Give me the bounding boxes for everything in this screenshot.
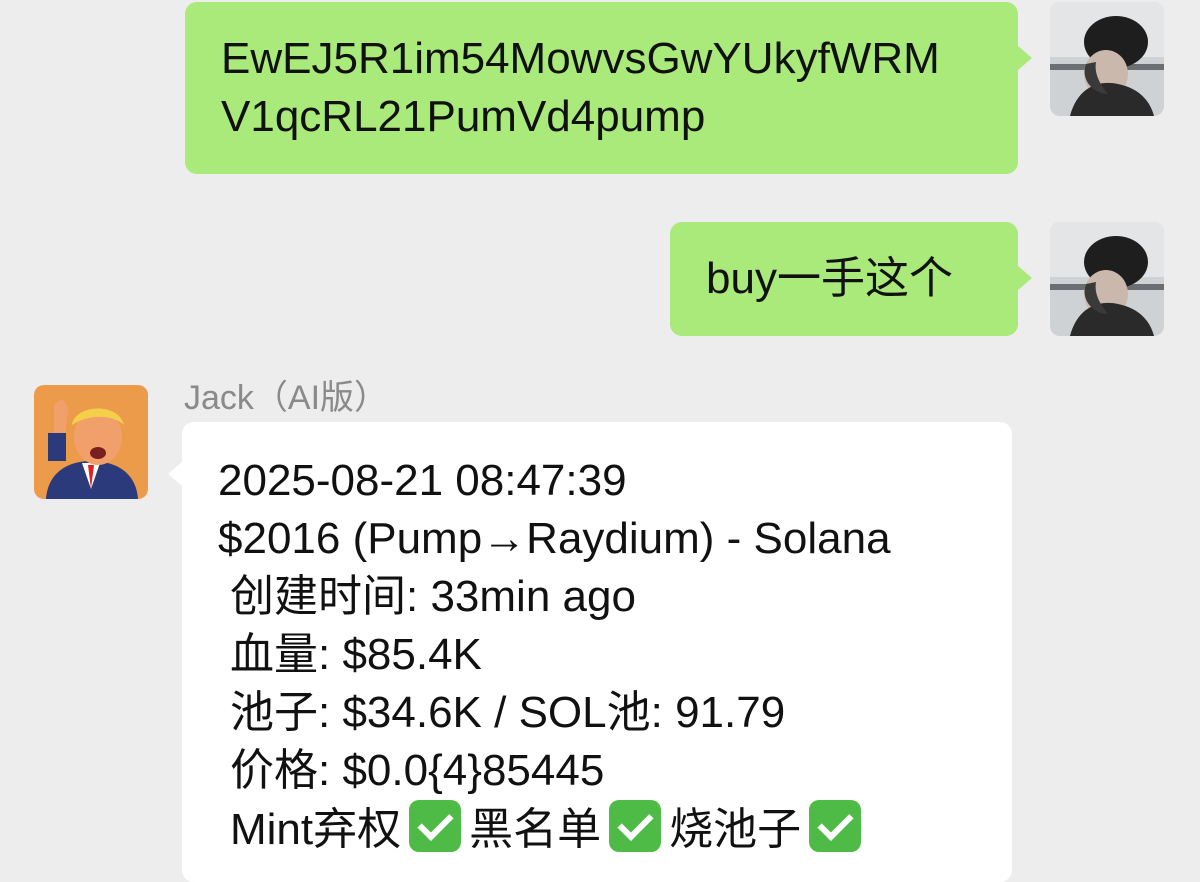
user-avatar[interactable] bbox=[1050, 222, 1164, 336]
bubble-tail bbox=[1018, 46, 1032, 70]
message-line: 创建时间: 33min ago bbox=[230, 572, 636, 621]
message-bubble-token-info[interactable]: 2025-08-21 08:47:39 $2016 (Pump→Raydium)… bbox=[182, 422, 1012, 882]
message-line: EwEJ5R1im54MowvsGwYUkyfWRM bbox=[221, 34, 940, 83]
message-line: 血量: $85.4K bbox=[230, 630, 482, 679]
message-bubble-address[interactable]: EwEJ5R1im54MowvsGwYUkyfWRM V1qcRL21PumVd… bbox=[185, 2, 1018, 174]
user-avatar-image bbox=[1050, 2, 1164, 116]
message-bubble-buy[interactable]: buy一手这个 bbox=[670, 222, 1018, 336]
message-line: V1qcRL21PumVd4pump bbox=[221, 92, 706, 141]
bot-avatar[interactable] bbox=[34, 385, 148, 499]
message-line: $2016 (Pump→Raydium) - Solana bbox=[218, 514, 891, 563]
check-icon bbox=[409, 800, 462, 852]
message-line: 池子: $34.6K / SOL池: 91.79 bbox=[230, 688, 786, 737]
message-line: 价格: $0.0{4}85445 bbox=[230, 746, 605, 795]
flag-label: 黑名单 bbox=[469, 805, 602, 854]
bot-avatar-image bbox=[34, 385, 148, 499]
bubble-tail bbox=[168, 462, 182, 486]
flag-label: Mint弃权 bbox=[230, 805, 402, 854]
check-icon bbox=[809, 800, 862, 852]
message-line: 2025-08-21 08:47:39 bbox=[218, 456, 627, 505]
user-avatar[interactable] bbox=[1050, 2, 1164, 116]
sender-name: Jack（AI版） bbox=[184, 379, 389, 417]
check-icon bbox=[609, 800, 662, 852]
chat-view: EwEJ5R1im54MowvsGwYUkyfWRM V1qcRL21PumVd… bbox=[0, 0, 1200, 882]
user-avatar-image bbox=[1050, 222, 1164, 336]
flag-label: 烧池子 bbox=[669, 805, 802, 854]
flags-line: Mint弃权 黑名单 烧池子 bbox=[218, 800, 1012, 859]
message-text: buy一手这个 bbox=[706, 254, 953, 303]
bubble-tail bbox=[1018, 266, 1032, 290]
